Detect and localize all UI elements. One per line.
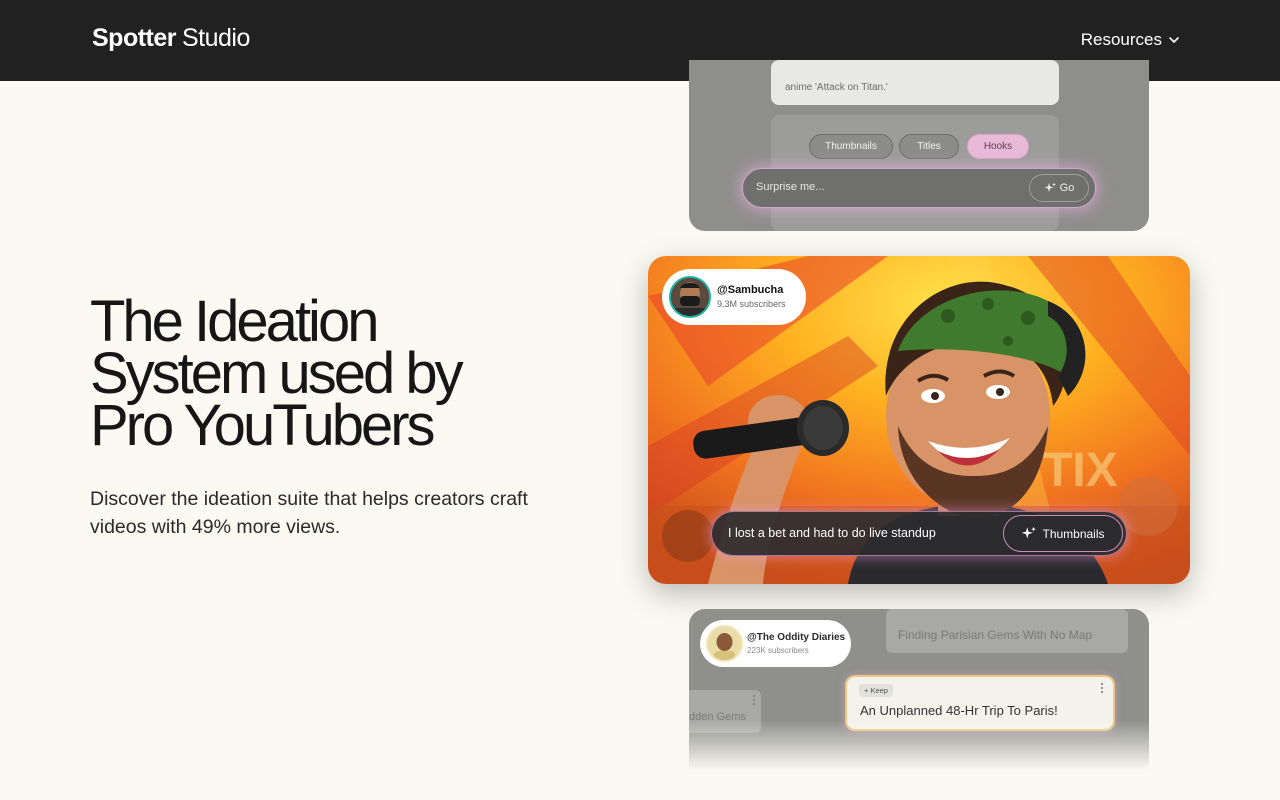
thumbnails-label: Thumbnails (1042, 526, 1105, 541)
idea-input-bar[interactable]: I lost a bet and had to do live standup … (711, 511, 1127, 556)
go-button[interactable]: Go (1029, 174, 1089, 202)
sparkle-icon (1044, 182, 1056, 192)
channel-subscribers: 9.3M subscribers (717, 299, 786, 309)
idea-note: anime 'Attack on Titan.' (771, 60, 1059, 105)
channel-subscribers-secondary: 223K subscribers (747, 646, 809, 655)
fade-overlay (689, 720, 1149, 770)
chevron-down-icon (1169, 37, 1179, 44)
avatar-secondary (706, 625, 743, 662)
channel-handle-secondary: @The Oddity Diaries (747, 632, 846, 643)
prompt-placeholder: Surprise me... (756, 181, 825, 193)
idea-input-text: I lost a bet and had to do live standup (728, 526, 936, 540)
channel-chip: @Sambucha 9.3M subscribers (662, 269, 806, 325)
bg-idea-text-1: Finding Parisian Gems With No Map (898, 628, 1093, 642)
logo[interactable]: Spotter Studio (92, 24, 250, 53)
page-title: The Ideation System used by Pro YouTuber… (90, 293, 570, 455)
thumbnails-button[interactable]: Thumbnails (1003, 515, 1123, 552)
more-icon[interactable] (1101, 683, 1104, 695)
more-icon[interactable] (753, 695, 756, 707)
svg-text:TIX: TIX (1043, 444, 1118, 497)
pill-hooks[interactable]: Hooks (967, 134, 1029, 159)
resources-label: Resources (1080, 30, 1162, 49)
kept-idea-title: An Unplanned 48-Hr Trip To Paris! (860, 703, 1058, 718)
go-label: Go (1059, 182, 1075, 194)
avatar (669, 276, 711, 318)
pill-titles[interactable]: Titles (899, 134, 959, 159)
avatar-secondary-image (708, 627, 741, 660)
avatar-image (671, 278, 709, 316)
logo-brand: Spotter (92, 24, 177, 52)
bg-idea-note-1: Finding Parisian Gems With No Map (886, 609, 1128, 653)
resources-menu[interactable]: Resources (1081, 30, 1180, 50)
channel-chip-secondary: @The Oddity Diaries 223K subscribers (700, 620, 851, 667)
title-line-3: Pro YouTubers (90, 393, 436, 458)
logo-sub: Studio (182, 24, 250, 52)
keep-tag[interactable]: + Keep (859, 684, 893, 697)
channel-handle: @Sambucha (717, 284, 784, 296)
sparkle-icon (1022, 526, 1037, 539)
prompt-input-bar[interactable]: Surprise me... Go (742, 168, 1096, 208)
pill-thumbnails[interactable]: Thumbnails (809, 134, 893, 159)
hero-subtitle: Discover the ideation suite that helps c… (90, 488, 528, 538)
idea-note-text: anime 'Attack on Titan.' (785, 82, 888, 93)
